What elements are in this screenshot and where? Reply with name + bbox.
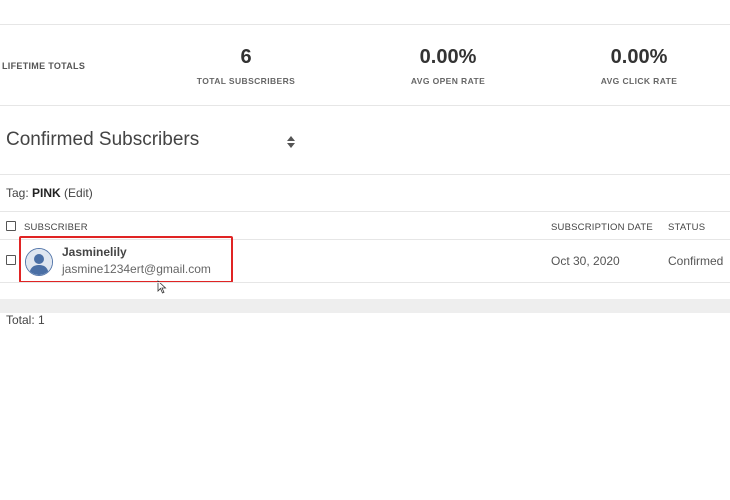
row-divider bbox=[0, 282, 730, 283]
row-checkbox[interactable] bbox=[6, 255, 16, 265]
totals-divider bbox=[0, 105, 730, 106]
select-all-checkbox[interactable] bbox=[6, 221, 16, 231]
title-divider bbox=[0, 174, 730, 175]
lifetime-totals-label: LIFETIME TOTALS bbox=[2, 61, 86, 71]
sort-updown-icon[interactable] bbox=[286, 134, 296, 150]
stat-label: AVG CLICK RATE bbox=[600, 76, 678, 86]
highlight-box bbox=[19, 236, 233, 283]
edit-tag-link[interactable]: (Edit) bbox=[64, 186, 93, 200]
tag-line: Tag: PINK (Edit) bbox=[6, 186, 93, 200]
stat-total-subscribers: 6 TOTAL SUBSCRIBERS bbox=[176, 46, 316, 86]
stat-avg-open-rate: 0.00% AVG OPEN RATE bbox=[378, 46, 518, 86]
stat-avg-click-rate: 0.00% AVG CLICK RATE bbox=[569, 46, 709, 86]
stat-label: TOTAL SUBSCRIBERS bbox=[196, 76, 296, 86]
tag-prefix: Tag: bbox=[6, 186, 33, 200]
column-header-subscription-date[interactable]: SUBSCRIPTION DATE bbox=[551, 222, 653, 233]
table-footer-bar bbox=[0, 299, 730, 313]
stat-value: 0.00% bbox=[610, 46, 668, 68]
stat-label: AVG OPEN RATE bbox=[410, 76, 486, 86]
list-title: Confirmed Subscribers bbox=[6, 129, 200, 150]
tag-divider bbox=[0, 211, 730, 212]
column-header-subscriber[interactable]: SUBSCRIBER bbox=[24, 222, 88, 233]
column-header-status[interactable]: STATUS bbox=[668, 222, 705, 233]
stat-value: 6 bbox=[240, 46, 252, 68]
top-divider bbox=[0, 24, 730, 25]
tag-name: PINK bbox=[32, 186, 61, 200]
subscription-status: Confirmed bbox=[668, 254, 724, 268]
stat-value: 0.00% bbox=[419, 46, 477, 68]
subscription-date: Oct 30, 2020 bbox=[551, 254, 620, 268]
total-count: Total: 1 bbox=[6, 313, 45, 327]
